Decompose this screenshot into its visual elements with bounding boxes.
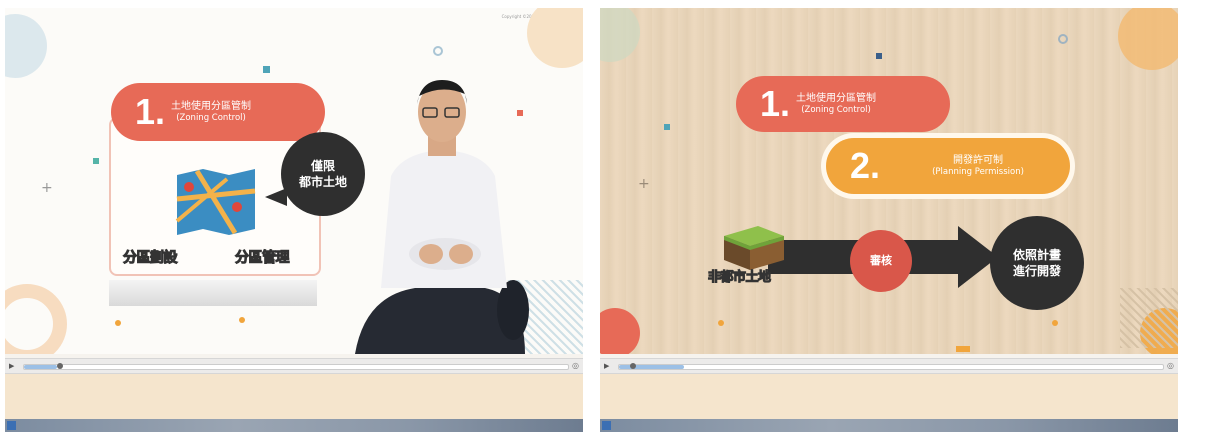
deco-dot-orange-2 xyxy=(1052,320,1058,326)
deco-circle-topright xyxy=(1118,8,1178,70)
deco-circle-bottomleft xyxy=(600,308,640,354)
deco-hatch-bottomright xyxy=(1120,288,1178,348)
presenter-person xyxy=(355,80,529,354)
pill-number: 1. xyxy=(760,83,791,124)
seek-thumb[interactable] xyxy=(629,363,636,369)
volume-icon[interactable]: ◎ xyxy=(1167,361,1174,370)
pill2-title-zh: 開發許可制 xyxy=(953,154,1004,166)
deco-ring xyxy=(1058,34,1068,44)
lecture-slide-permission: + 1. 土地使用分區管制 (Zoning Control) 2. 開發許可制 … xyxy=(600,8,1178,354)
label-zoning-management: 分區管理 xyxy=(235,250,291,267)
seek-bar[interactable] xyxy=(618,363,1164,370)
taskbar xyxy=(5,419,583,432)
pill-title-en: (Zoning Control) xyxy=(801,105,871,116)
review-text: 審核 xyxy=(870,253,892,267)
seek-thumb[interactable] xyxy=(56,363,63,369)
deco-dot-orange xyxy=(718,320,724,326)
pill2-text: 開發許可制 (Planning Permission) xyxy=(886,154,1070,179)
planning-permission-pill: 2. 開發許可制 (Planning Permission) xyxy=(826,138,1070,194)
deco-square-navy xyxy=(876,53,882,59)
deco-dot-orange xyxy=(115,320,121,326)
pill2-title-en: (Planning Permission) xyxy=(932,167,1024,178)
non-urban-land-label: 非都市土地 xyxy=(708,270,772,286)
video-player-right: + 1. 土地使用分區管制 (Zoning Control) 2. 開發許可制 … xyxy=(600,8,1178,432)
zoning-control-pill: 1. 土地使用分區管制 (Zoning Control) xyxy=(736,76,950,132)
deco-circle-topleft xyxy=(5,14,47,78)
start-button[interactable] xyxy=(7,421,16,430)
deco-ring-bottomleft xyxy=(5,284,67,354)
map-icon xyxy=(175,169,256,235)
lecture-slide-zoning: Copyright ©2019 · All rights reserved + … xyxy=(5,8,583,354)
player-controls: ▶ ◎ xyxy=(5,358,583,374)
label-zoning-design: 分區劃設 xyxy=(123,250,179,267)
deco-ring-topright xyxy=(433,46,443,56)
pill-number: 1. xyxy=(135,91,166,132)
deco-square-teal xyxy=(263,66,270,73)
page-background xyxy=(5,374,583,419)
play-icon[interactable]: ▶ xyxy=(604,362,609,370)
pill2-number: 2. xyxy=(850,145,881,186)
deco-plus: + xyxy=(41,180,53,196)
seek-bar[interactable] xyxy=(23,363,569,370)
volume-icon[interactable]: ◎ xyxy=(572,361,579,370)
develop-line-1: 依照計畫 xyxy=(1012,247,1061,262)
deco-circle-topleft xyxy=(600,8,640,62)
bubble-tail xyxy=(265,188,287,206)
pill-title-zh: 土地使用分區管制 xyxy=(171,100,252,112)
deco-square-teal xyxy=(664,124,670,130)
seek-fill xyxy=(24,365,57,369)
pill-text: 土地使用分區管制 (Zoning Control) xyxy=(796,92,876,117)
deco-dot-orange-2 xyxy=(239,317,245,323)
pill-text: 土地使用分區管制 (Zoning Control) xyxy=(171,100,251,125)
deco-square-teal-2 xyxy=(93,158,99,164)
develop-line-2: 進行開發 xyxy=(1012,264,1061,278)
zoning-control-pill: 1. 土地使用分區管制 (Zoning Control) xyxy=(111,83,325,141)
review-circle: 審核 xyxy=(850,230,912,292)
develop-circle: 依照計畫 進行開發 xyxy=(990,216,1084,310)
play-icon[interactable]: ▶ xyxy=(9,362,14,370)
slide-band xyxy=(109,280,317,306)
seek-fill xyxy=(619,365,685,369)
pill-title-zh: 土地使用分區管制 xyxy=(796,92,877,104)
page-background xyxy=(600,374,1178,419)
start-button[interactable] xyxy=(602,421,611,430)
deco-orange-tab xyxy=(956,346,970,352)
player-controls: ▶ ◎ xyxy=(600,358,1178,374)
pill-title-en: (Zoning Control) xyxy=(176,113,246,124)
deco-plus: + xyxy=(638,176,650,192)
deco-circle-topright xyxy=(527,8,583,68)
taskbar xyxy=(600,419,1178,432)
video-player-left: Copyright ©2019 · All rights reserved + … xyxy=(5,8,583,432)
